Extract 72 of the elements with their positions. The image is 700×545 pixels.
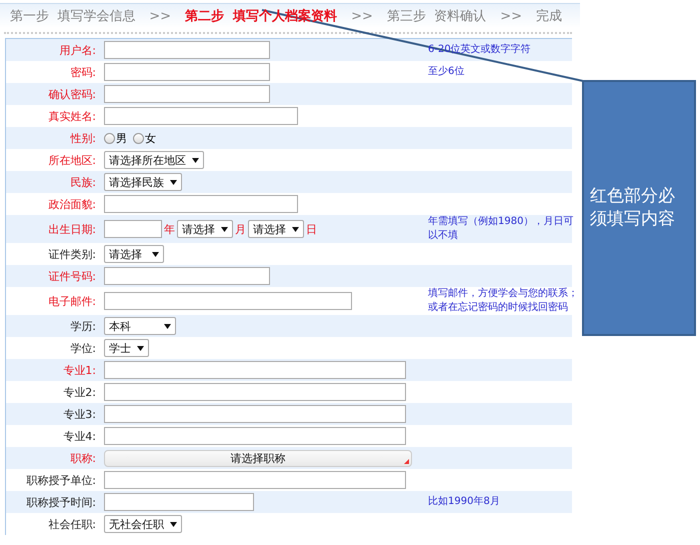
input-field[interactable]: [104, 220, 162, 238]
step-label: 完成: [536, 8, 562, 25]
radio-button[interactable]: [133, 132, 144, 144]
field-label: 职称授予时间:: [25, 494, 96, 510]
input-field[interactable]: [104, 471, 406, 489]
caret-icon: [170, 522, 177, 526]
hint-text: 至少6位: [428, 65, 466, 79]
field-label: 电子邮件:: [47, 294, 96, 308]
caret-icon: [192, 158, 199, 162]
unit-label: 年: [164, 222, 175, 236]
radio-option[interactable]: 男: [104, 130, 127, 146]
field-label: 专业2:: [62, 384, 96, 400]
field-label: 专业1:: [62, 362, 96, 378]
caret-icon: [221, 226, 228, 232]
field-label: 出生日期:: [47, 222, 96, 236]
caret-icon: [164, 324, 171, 328]
field-label: 职称授予单位:: [25, 472, 96, 488]
field-label: 证件类别:: [47, 246, 96, 262]
field-label: 学历:: [69, 318, 96, 334]
input-field[interactable]: [104, 493, 254, 511]
hint-text: 填写邮件，方便学会与您的联系；或者在忘记密码的时候找回密码: [428, 287, 578, 315]
field-label: 密码:: [69, 64, 96, 80]
caret-icon: [292, 226, 299, 232]
hint-text: 年需填写（例如1980），月日可以不填: [428, 215, 574, 243]
hint-text: 比如1990年8月: [428, 495, 501, 509]
input-field[interactable]: [104, 383, 406, 401]
dropdown[interactable]: 请选择: [104, 245, 164, 263]
field-label: 政治面貌:: [47, 196, 96, 212]
field-label: 专业3:: [62, 406, 96, 422]
input-field[interactable]: [104, 63, 270, 81]
field-label: 证件号码:: [47, 268, 96, 284]
dropdown[interactable]: 请选择: [177, 220, 233, 238]
dropdown[interactable]: 请选择所在地区: [104, 151, 204, 169]
field-label: 专业4:: [62, 428, 96, 444]
radio-button[interactable]: [104, 132, 115, 144]
dropdown[interactable]: 请选择: [248, 220, 304, 238]
field-label: 用户名:: [58, 42, 96, 58]
step-separator: >>: [351, 8, 373, 24]
dropdown[interactable]: 请选择民族: [104, 173, 182, 191]
input-field[interactable]: [104, 41, 270, 59]
field-label: 真实姓名:: [47, 108, 96, 124]
input-field[interactable]: [104, 292, 352, 310]
caret-icon: [152, 252, 159, 256]
input-field[interactable]: [104, 361, 406, 379]
step-label: 第一步 填写学会信息: [10, 8, 136, 25]
step-label: 第三步 资料确认: [386, 8, 486, 25]
field-label: 所在地区:: [47, 152, 96, 168]
unit-label: 日: [306, 222, 317, 236]
input-field[interactable]: [104, 85, 270, 103]
radio-option[interactable]: 女: [133, 130, 156, 146]
caret-icon: [137, 346, 144, 350]
step-separator: >>: [500, 8, 522, 24]
caret-icon: [170, 180, 177, 184]
field-label: 性别:: [69, 130, 96, 146]
unit-label: 月: [235, 222, 246, 236]
field-label: 民族:: [69, 174, 96, 190]
dropdown[interactable]: 无社会任职: [104, 515, 182, 533]
input-field[interactable]: [104, 427, 406, 445]
select-title-button[interactable]: 请选择职称: [104, 450, 412, 466]
dropdown[interactable]: 学士: [104, 339, 149, 357]
step-separator: >>: [149, 8, 172, 24]
corner-icon: [404, 458, 409, 464]
input-field[interactable]: [104, 267, 270, 285]
callout-text: 红色部分必须填写内容: [589, 185, 676, 231]
input-field[interactable]: [104, 405, 406, 423]
input-field[interactable]: [104, 107, 298, 125]
dropdown[interactable]: 本科: [104, 317, 176, 335]
field-label: 确认密码:: [47, 86, 96, 102]
field-label: 职称:: [69, 450, 96, 466]
input-field[interactable]: [104, 195, 298, 213]
field-label: 学位:: [69, 340, 96, 356]
field-label: 社会任职:: [47, 516, 96, 532]
